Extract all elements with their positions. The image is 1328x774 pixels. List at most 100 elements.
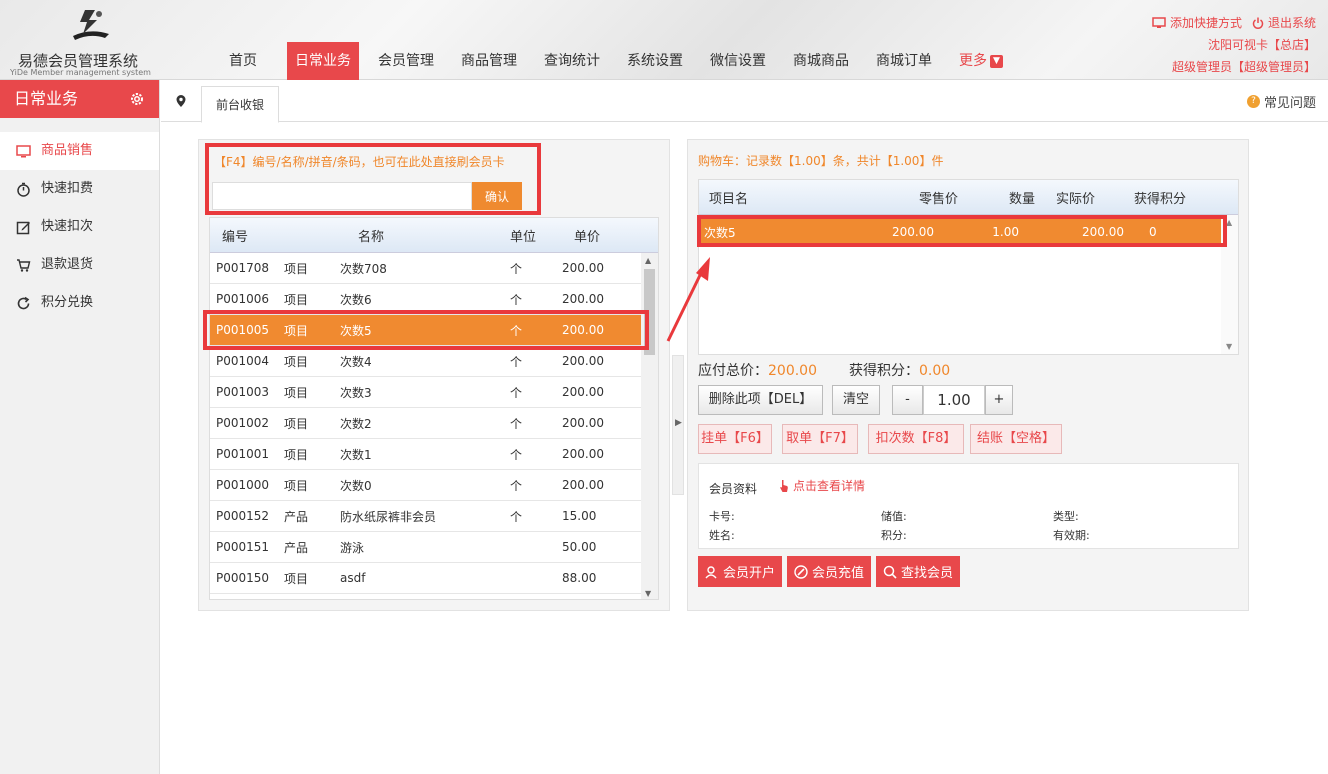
scroll-thumb[interactable]	[644, 269, 655, 355]
product-table-header: 编号 名称 单位 单价	[210, 218, 658, 253]
store-name[interactable]: 沈阳可视卡【总店】	[1152, 34, 1316, 56]
delete-item-button[interactable]: 删除此项【DEL】	[698, 385, 823, 415]
table-row[interactable]: P001708 项目 次数708 个 200.00	[210, 253, 642, 284]
cell-name: asdf	[340, 571, 366, 585]
cart-return-icon	[17, 258, 31, 272]
cell-name: 次数5	[340, 323, 372, 338]
faq-link[interactable]: ? 常见问题	[1246, 92, 1316, 111]
member-detail-link[interactable]: 点击查看详情	[779, 477, 865, 494]
pointer-hand-icon	[780, 479, 788, 492]
refresh-icon	[17, 296, 30, 309]
scroll-down-icon[interactable]: ▼	[645, 589, 651, 598]
edit-icon	[16, 221, 30, 234]
col-name-header[interactable]: 名称	[358, 226, 510, 245]
cell-price: 15.00	[562, 509, 597, 523]
cell-category: 项目	[284, 354, 309, 369]
logo-subtitle: YiDe Member management system	[10, 68, 151, 77]
cell-price: 200.00	[562, 354, 604, 368]
nav-more[interactable]: 更多 ▼	[951, 42, 1017, 80]
table-row[interactable]: P001002 项目 次数2 个 200.00	[210, 408, 642, 439]
cell-name: 次数6	[340, 292, 372, 307]
nav-product-management[interactable]: 商品管理	[453, 42, 525, 80]
table-row[interactable]: P000150 项目 asdf 88.00	[210, 563, 642, 594]
cart-row[interactable]: 次数5 200.00 1.00 200.00 0	[699, 218, 1221, 246]
cell-category: 项目	[284, 292, 309, 307]
nav-home[interactable]: 首页	[210, 42, 276, 80]
clear-cart-button[interactable]: 清空	[832, 385, 880, 415]
table-row[interactable]: P000152 产品 防水纸尿裤非会员 个 15.00	[210, 501, 642, 532]
nav-mall-orders[interactable]: 商城订单	[868, 42, 940, 80]
member-info: 会员资料 点击查看详情 卡号: 储值: 类型: 姓名: 积分: 有效期:	[698, 463, 1239, 549]
table-row[interactable]: P001005 项目 次数5 个 200.00	[210, 315, 642, 346]
sidebar-item-points-exchange[interactable]: 积分兑换	[0, 284, 159, 322]
location-pin-icon	[176, 95, 186, 107]
qty-minus-button[interactable]: -	[892, 385, 923, 415]
find-member-label: 查找会员	[900, 566, 953, 581]
checkout-button[interactable]: 结账【空格】	[970, 424, 1062, 454]
qty-input[interactable]: 1.00	[923, 385, 985, 415]
col-code-header[interactable]: 编号	[210, 226, 290, 245]
nav-wechat-settings[interactable]: 微信设置	[702, 42, 774, 80]
sidebar-item-label: 快速扣费	[41, 181, 94, 196]
col-price-header[interactable]: 单价	[574, 226, 644, 245]
qty-plus-button[interactable]: +	[985, 385, 1013, 415]
table-row[interactable]: P001000 项目 次数0 个 200.00	[210, 470, 642, 501]
cell-price: 200.00	[562, 261, 604, 275]
cell-unit: 个	[510, 478, 523, 493]
confirm-button[interactable]: 确认	[472, 182, 522, 210]
cell-price: 200.00	[562, 323, 604, 337]
hold-order-button[interactable]: 挂单【F6】	[698, 424, 772, 454]
cell-price: 200.00	[562, 385, 604, 399]
add-shortcut-link[interactable]: 添加快捷方式	[1152, 12, 1242, 34]
cell-name: 次数2	[340, 416, 372, 431]
cart-totals: 应付总价：200.00 获得积分：0.00	[698, 360, 950, 380]
cell-price: 200.00	[562, 447, 604, 461]
logout-link[interactable]: 退出系统	[1252, 12, 1316, 34]
gear-icon[interactable]	[129, 91, 145, 107]
search-area: 【F4】编号/名称/拼音/条码，也可在此处直接刷会员卡 确认	[205, 143, 541, 215]
sidebar-item-quick-charge[interactable]: 快速扣费	[0, 170, 159, 208]
table-row[interactable]: P001001 项目 次数1 个 200.00	[210, 439, 642, 470]
total-price: 应付总价：200.00	[698, 360, 817, 380]
scroll-up-icon[interactable]: ▲	[645, 256, 651, 265]
nav-query-stats[interactable]: 查询统计	[536, 42, 608, 80]
total-price-label: 应付总价：	[698, 363, 768, 379]
table-row[interactable]: P001003 项目 次数3 个 200.00	[210, 377, 642, 408]
nav-mall-products[interactable]: 商城商品	[785, 42, 857, 80]
cart-table-header: 项目名 零售价 数量 实际价 获得积分	[699, 180, 1238, 215]
deduct-count-button[interactable]: 扣次数【F8】	[868, 424, 964, 454]
total-price-value: 200.00	[768, 363, 817, 379]
sidebar-item-refund[interactable]: 退款退货	[0, 246, 159, 284]
tab-front-cashier[interactable]: 前台收银	[201, 86, 280, 123]
cell-category: 产品	[284, 509, 309, 524]
total-points: 获得积分：0.00	[849, 360, 950, 380]
retrieve-order-button[interactable]: 取单【F7】	[782, 424, 858, 454]
cell-price: 200.00	[562, 478, 604, 492]
open-member-button[interactable]: 会员开户	[698, 556, 782, 587]
cell-code: P001002	[216, 416, 270, 430]
product-scrollbar[interactable]: ▲ ▼	[641, 253, 658, 599]
cart-scrollbar[interactable]: ▲ ▼	[1221, 215, 1238, 354]
scroll-up-icon[interactable]: ▲	[1226, 218, 1232, 227]
header-user-area: 添加快捷方式 退出系统 沈阳可视卡【总店】 超级管理员【超级管理员】	[1152, 12, 1316, 78]
current-user[interactable]: 超级管理员【超级管理员】	[1152, 56, 1316, 78]
search-input[interactable]	[212, 182, 472, 210]
recharge-member-button[interactable]: 会员充值	[787, 556, 871, 587]
cell-code: P001005	[216, 323, 270, 337]
faq-label: 常见问题	[1263, 96, 1316, 111]
sidebar-item-product-sales[interactable]: 商品销售	[0, 132, 159, 170]
cell-unit: 个	[510, 323, 523, 338]
panel-collapse-handle[interactable]: ▶	[672, 355, 684, 495]
nav-more-label: 更多	[959, 53, 987, 69]
table-row[interactable]: P000151 产品 游泳 50.00	[210, 532, 642, 563]
find-member-button[interactable]: 查找会员	[876, 556, 960, 587]
nav-system-settings[interactable]: 系统设置	[619, 42, 691, 80]
table-row[interactable]: P001006 项目 次数6 个 200.00	[210, 284, 642, 315]
nav-daily-business[interactable]: 日常业务	[287, 42, 359, 80]
scroll-down-icon[interactable]: ▼	[1226, 342, 1232, 351]
table-row[interactable]: P001004 项目 次数4 个 200.00	[210, 346, 642, 377]
sidebar-item-quick-deduct[interactable]: 快速扣次	[0, 208, 159, 246]
card-number-label: 卡号:	[709, 510, 735, 523]
col-unit-header[interactable]: 单位	[510, 226, 574, 245]
nav-member-management[interactable]: 会员管理	[370, 42, 442, 80]
